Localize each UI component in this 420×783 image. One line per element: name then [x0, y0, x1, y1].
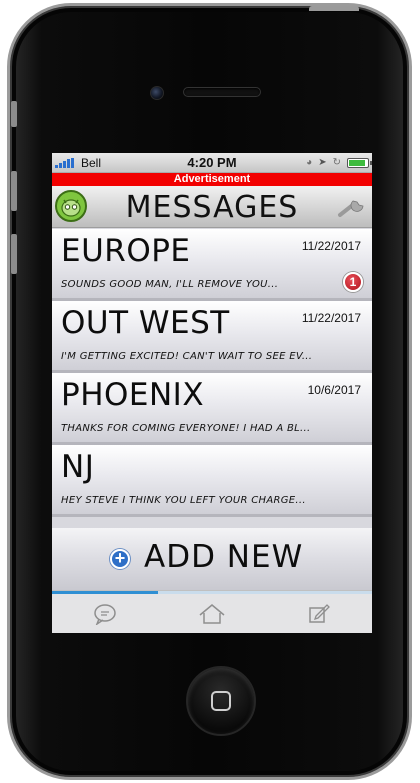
- volume-up-button: [11, 171, 17, 211]
- conversation-preview: Hey Steve I think you left your charge..…: [61, 495, 306, 506]
- conversation-preview: Sounds good man, I'll remove you...: [61, 279, 279, 290]
- conversation-list: EUROPE 11/22/2017 Sounds good man, I'll …: [52, 229, 372, 517]
- rotation-lock-icon: ↻: [332, 157, 341, 168]
- mute-switch: [11, 101, 17, 127]
- battery-icon: [347, 158, 372, 168]
- conversation-row[interactable]: NJ Hey Steve I think you left your charg…: [52, 445, 372, 517]
- volume-down-button: [11, 234, 17, 274]
- power-button: [309, 6, 359, 11]
- plus-icon: +: [110, 549, 130, 569]
- conversation-date: 11/22/2017: [301, 311, 361, 325]
- add-new-label: ADD NEW: [144, 539, 304, 575]
- unread-badge: 1: [343, 272, 363, 292]
- home-icon: [199, 604, 225, 624]
- home-button[interactable]: [186, 666, 256, 736]
- conversation-row[interactable]: EUROPE 11/22/2017 Sounds good man, I'll …: [52, 229, 372, 301]
- conversation-title: NJ: [61, 449, 95, 485]
- front-camera: [150, 86, 164, 100]
- earpiece-speaker: [183, 87, 261, 97]
- conversation-title: EUROPE: [61, 233, 191, 269]
- app-screen: Bell 4:20 PM ◕ ➤ ↻ Advertisement MESSAGE…: [52, 153, 372, 633]
- conversation-preview: I'm getting excited! Can't wait to see e…: [61, 351, 313, 362]
- tab-compose[interactable]: [266, 594, 372, 633]
- location-icon: ➤: [318, 157, 327, 168]
- chat-bubble-icon: [94, 604, 116, 625]
- add-new-button[interactable]: + ADD NEW: [52, 528, 372, 590]
- conversation-row[interactable]: OUT WEST 11/22/2017 I'm getting excited!…: [52, 301, 372, 373]
- conversation-date: 10/6/2017: [307, 383, 361, 397]
- compose-icon: [309, 604, 330, 623]
- status-bar: Bell 4:20 PM ◕ ➤ ↻: [52, 153, 372, 173]
- status-icons: ◕ ➤ ↻: [306, 156, 372, 170]
- conversation-preview: Thanks for coming everyone! I had a bl..…: [61, 423, 311, 434]
- conversation-row[interactable]: PHOENIX 10/6/2017 Thanks for coming ever…: [52, 373, 372, 445]
- tab-messages[interactable]: [52, 594, 158, 633]
- conversation-title: OUT WEST: [61, 305, 230, 341]
- advertisement-banner[interactable]: Advertisement: [52, 173, 372, 186]
- alarm-icon: ◕: [306, 157, 313, 168]
- messages-header: MESSAGES: [52, 186, 372, 228]
- tab-home[interactable]: [159, 594, 265, 633]
- conversation-date: 11/22/2017: [301, 239, 361, 253]
- wrench-settings-icon[interactable]: [337, 195, 367, 219]
- home-square-icon: [211, 691, 231, 711]
- tab-bar: [52, 590, 372, 633]
- page-title: MESSAGES: [125, 190, 299, 225]
- conversation-title: PHOENIX: [61, 377, 205, 413]
